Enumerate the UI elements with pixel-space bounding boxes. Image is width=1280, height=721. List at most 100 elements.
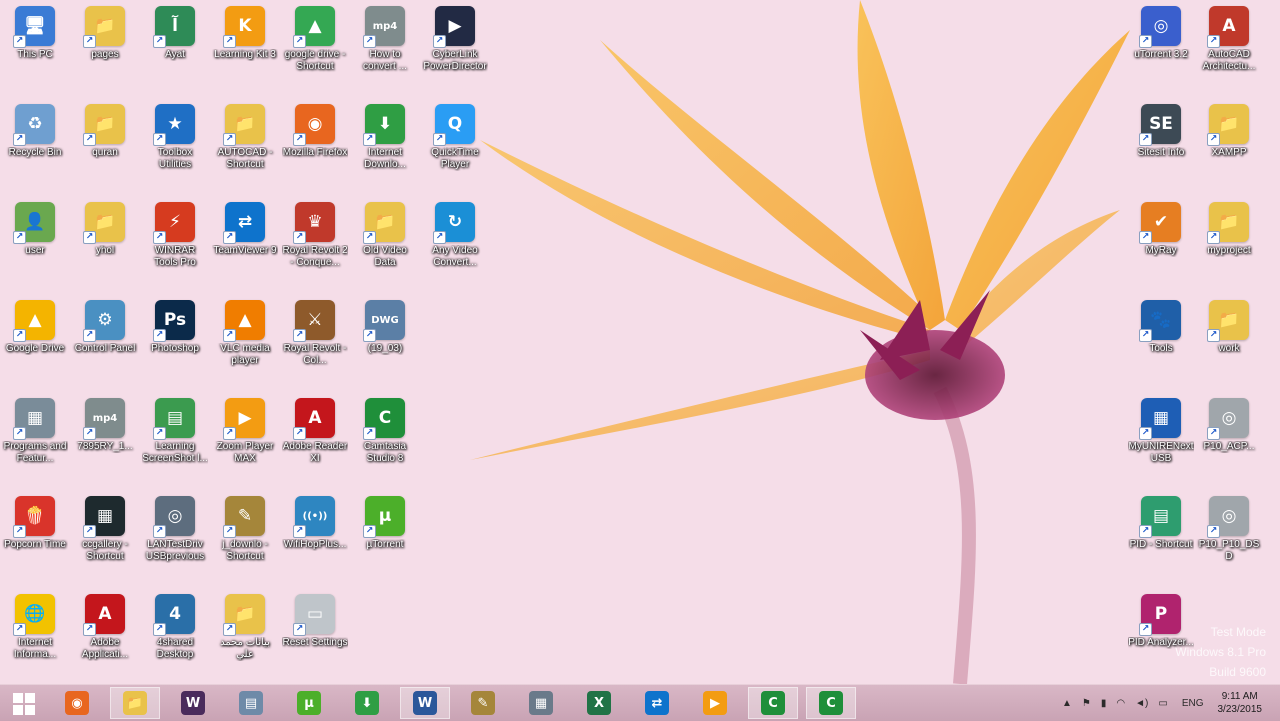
desktop-icon[interactable]: ▲ ↗ google drive - Shortcut [282, 6, 348, 73]
flag-icon[interactable]: ⚑ [1082, 698, 1091, 709]
desktop-icon[interactable]: ◎ ↗ uTorrent 3.2 [1128, 6, 1194, 61]
desktop-icon-label: Ayat [165, 49, 185, 60]
taskbar-app-notepad[interactable]: ▤ [226, 687, 276, 719]
desktop-icon[interactable]: Ps ↗ Photoshop [142, 300, 208, 355]
taskbar-app-firefox[interactable]: ◉ [52, 687, 102, 719]
desktop-icon[interactable]: 📁 ↗ XAMPP [1196, 104, 1262, 159]
taskbar-app-calculator[interactable]: ▦ [516, 687, 566, 719]
app-icon: ▲ ↗ [13, 300, 55, 342]
taskbar-app-internet-download-manager[interactable]: ⬇ [342, 687, 392, 719]
app-glyph: A [1222, 16, 1236, 36]
desktop-icon[interactable]: 🌐 ↗ Internet Informa... [2, 594, 68, 661]
desktop-icon[interactable]: ↻ ↗ Any Video Convert... [422, 202, 488, 269]
desktop-icon[interactable]: ▦ ↗ ccgallery - Shortcut [72, 496, 138, 563]
app-glyph: ▭ [306, 604, 324, 624]
shortcut-arrow-icon: ↗ [223, 525, 236, 538]
desktop-icon-label: How to convert ... [363, 49, 407, 72]
desktop-icon[interactable]: ⬇ ↗ Internet Downlo... [352, 104, 418, 171]
desktop-icon[interactable]: DWG ↗ (19_03) [352, 300, 418, 355]
shortcut-arrow-icon: ↗ [153, 623, 166, 636]
desktop-icon[interactable]: ⚡ ↗ WINRAR Tools Pro [142, 202, 208, 269]
desktop-icon[interactable]: 🖥 ↗ This PC [2, 6, 68, 61]
desktop-icon-label: Royal Revolt 2 - Conque... [282, 245, 348, 268]
desktop-icon[interactable]: ◎ ↗ LANTestDriv USBprevious [142, 496, 208, 563]
desktop-icon[interactable]: mp4 ↗ How to convert ... [352, 6, 418, 73]
taskbar-app-excel[interactable]: X [574, 687, 624, 719]
desktop-icon[interactable]: ▭ ↗ Reset Settings [282, 594, 348, 649]
desktop-icon[interactable]: 📁 ↗ yhol [72, 202, 138, 257]
desktop-icon[interactable]: K ↗ Learning Kit 3 [212, 6, 278, 61]
desktop-icon[interactable]: ◎ ↗ P10_ACP... [1196, 398, 1262, 453]
taskbar-app-jdownloader[interactable]: ✎ [458, 687, 508, 719]
excel-icon: X [587, 691, 611, 715]
app-glyph: ♛ [307, 212, 323, 232]
desktop-icon[interactable]: ✔ ↗ MyRay [1128, 202, 1194, 257]
desktop-icon[interactable]: ⚔ ↗ Royal Revolt - Col... [282, 300, 348, 367]
desktop-icon[interactable]: 📁 ↗ work [1196, 300, 1262, 355]
taskbar-app-camtasia-studio[interactable]: C [806, 687, 856, 719]
desktop-icon[interactable]: آ ↗ Ayat [142, 6, 208, 61]
desktop-icon-label: work [1218, 343, 1240, 354]
desktop-icon[interactable]: A ↗ Adobe Reader XI [282, 398, 348, 465]
desktop-icon[interactable]: 📁 ↗ AUTOCAD - Shortcut [212, 104, 278, 171]
desktop-icon[interactable]: C ↗ Camtasia Studio 8 [352, 398, 418, 465]
taskbar-app-utorrent[interactable]: µ [284, 687, 334, 719]
language-indicator[interactable]: ENG [1182, 698, 1204, 709]
desktop-icon[interactable]: mp4 ↗ 7895RY_1... [72, 398, 138, 453]
volume-icon[interactable]: ◄) [1135, 698, 1148, 709]
desktop-icon[interactable]: 📁 ↗ بيانات محمد علي [212, 594, 278, 661]
desktop-icon-label: google drive - Shortcut [284, 49, 346, 72]
taskbar-app-winrar[interactable]: W [168, 687, 218, 719]
desktop-icon[interactable]: 📁 ↗ quran [72, 104, 138, 159]
desktop-icon[interactable]: 🍿 ↗ Popcorn Time [2, 496, 68, 551]
desktop-icon[interactable]: 4 ↗ 4shared Desktop [142, 594, 208, 661]
desktop-icon[interactable]: 🐾 ↗ Tools [1128, 300, 1194, 355]
desktop-icon[interactable]: ♛ ↗ Royal Revolt 2 - Conque... [282, 202, 348, 269]
desktop-icon-label: بيانات محمد علي [220, 637, 270, 660]
desktop-icon[interactable]: ▲ ↗ Google Drive [2, 300, 68, 355]
app-icon: ▲ ↗ [223, 300, 265, 342]
app-icon: ★ ↗ [153, 104, 195, 146]
desktop-icon[interactable]: ▲ ↗ VLC media player [212, 300, 278, 367]
desktop-icon[interactable]: Q ↗ QuickTime Player [422, 104, 488, 171]
desktop-icon[interactable]: 📁 ↗ pages [72, 6, 138, 61]
taskbar-app-teamviewer[interactable]: ⇄ [632, 687, 682, 719]
desktop-icon[interactable]: ▤ ↗ PID - Shortcut [1128, 496, 1194, 551]
desktop-icon[interactable]: ▤ ↗ Learning ScreenShot l... [142, 398, 208, 465]
desktop-icon[interactable]: ▦ ↗ MyUNIRENext USB [1128, 398, 1194, 465]
taskbar-app-file-explorer[interactable]: 📁 [110, 687, 160, 719]
desktop-icon[interactable]: ▦ ↗ Programs and Featur... [2, 398, 68, 465]
app-glyph: 🌐 [24, 604, 46, 624]
desktop-icon[interactable]: ▶ ↗ CyberLink PowerDirector [422, 6, 488, 73]
desktop-icon[interactable]: 👤 ↗ user [2, 202, 68, 257]
start-button[interactable] [6, 691, 42, 717]
wifi-icon[interactable]: ◠ [1116, 698, 1125, 709]
desktop-icon[interactable]: ((•)) ↗ WifiHopPlus... [282, 496, 348, 551]
taskbar-app-zoom-player[interactable]: ▶ [690, 687, 740, 719]
desktop-icon[interactable]: A ↗ Adobe Applicati... [72, 594, 138, 661]
desktop-icon[interactable]: 📁 ↗ Old Video Data [352, 202, 418, 269]
desktop-icon[interactable]: ✎ ↗ j_downlo - Shortcut [212, 496, 278, 563]
desktop-icon[interactable]: 📁 ↗ myproject [1196, 202, 1262, 257]
shortcut-arrow-icon: ↗ [153, 329, 166, 342]
app-icon: 🌐 ↗ [13, 594, 55, 636]
desktop-icon[interactable]: ⇄ ↗ TeamViewer 9 [212, 202, 278, 257]
taskbar-app-camtasia-recorder[interactable]: C [748, 687, 798, 719]
desktop-icon[interactable]: A ↗ AutoCAD Architectu... [1196, 6, 1262, 73]
desktop-icon-label: Internet Downlo... [364, 147, 406, 170]
desktop-icon[interactable]: ♻ ↗ Recycle Bin [2, 104, 68, 159]
desktop-icon[interactable]: ◎ ↗ P10_P10_DSD [1196, 496, 1262, 563]
network-icon[interactable]: ▮ [1101, 698, 1107, 709]
desktop-icon[interactable]: ★ ↗ Toolbox Utilities [142, 104, 208, 171]
desktop-icon[interactable]: ▶ ↗ Zoom Player MAX [212, 398, 278, 465]
tray-extra-icon[interactable]: ▭ [1158, 698, 1167, 709]
show-hidden-icons-icon[interactable]: ▲ [1062, 698, 1072, 709]
taskbar-app-word[interactable]: W [400, 687, 450, 719]
clock[interactable]: 9:11 AM 3/23/2015 [1217, 690, 1262, 716]
desktop-icon[interactable]: µ ↗ µTorrent [352, 496, 418, 551]
desktop-icon[interactable]: ◉ ↗ Mozilla Firefox [282, 104, 348, 159]
desktop-icon[interactable]: SE ↗ Sitesit Info [1128, 104, 1194, 159]
desktop-icon-label: j_downlo - Shortcut [222, 539, 268, 562]
desktop-icon[interactable]: ⚙ ↗ Control Panel [72, 300, 138, 355]
app-icon: 📁 ↗ [83, 6, 125, 48]
